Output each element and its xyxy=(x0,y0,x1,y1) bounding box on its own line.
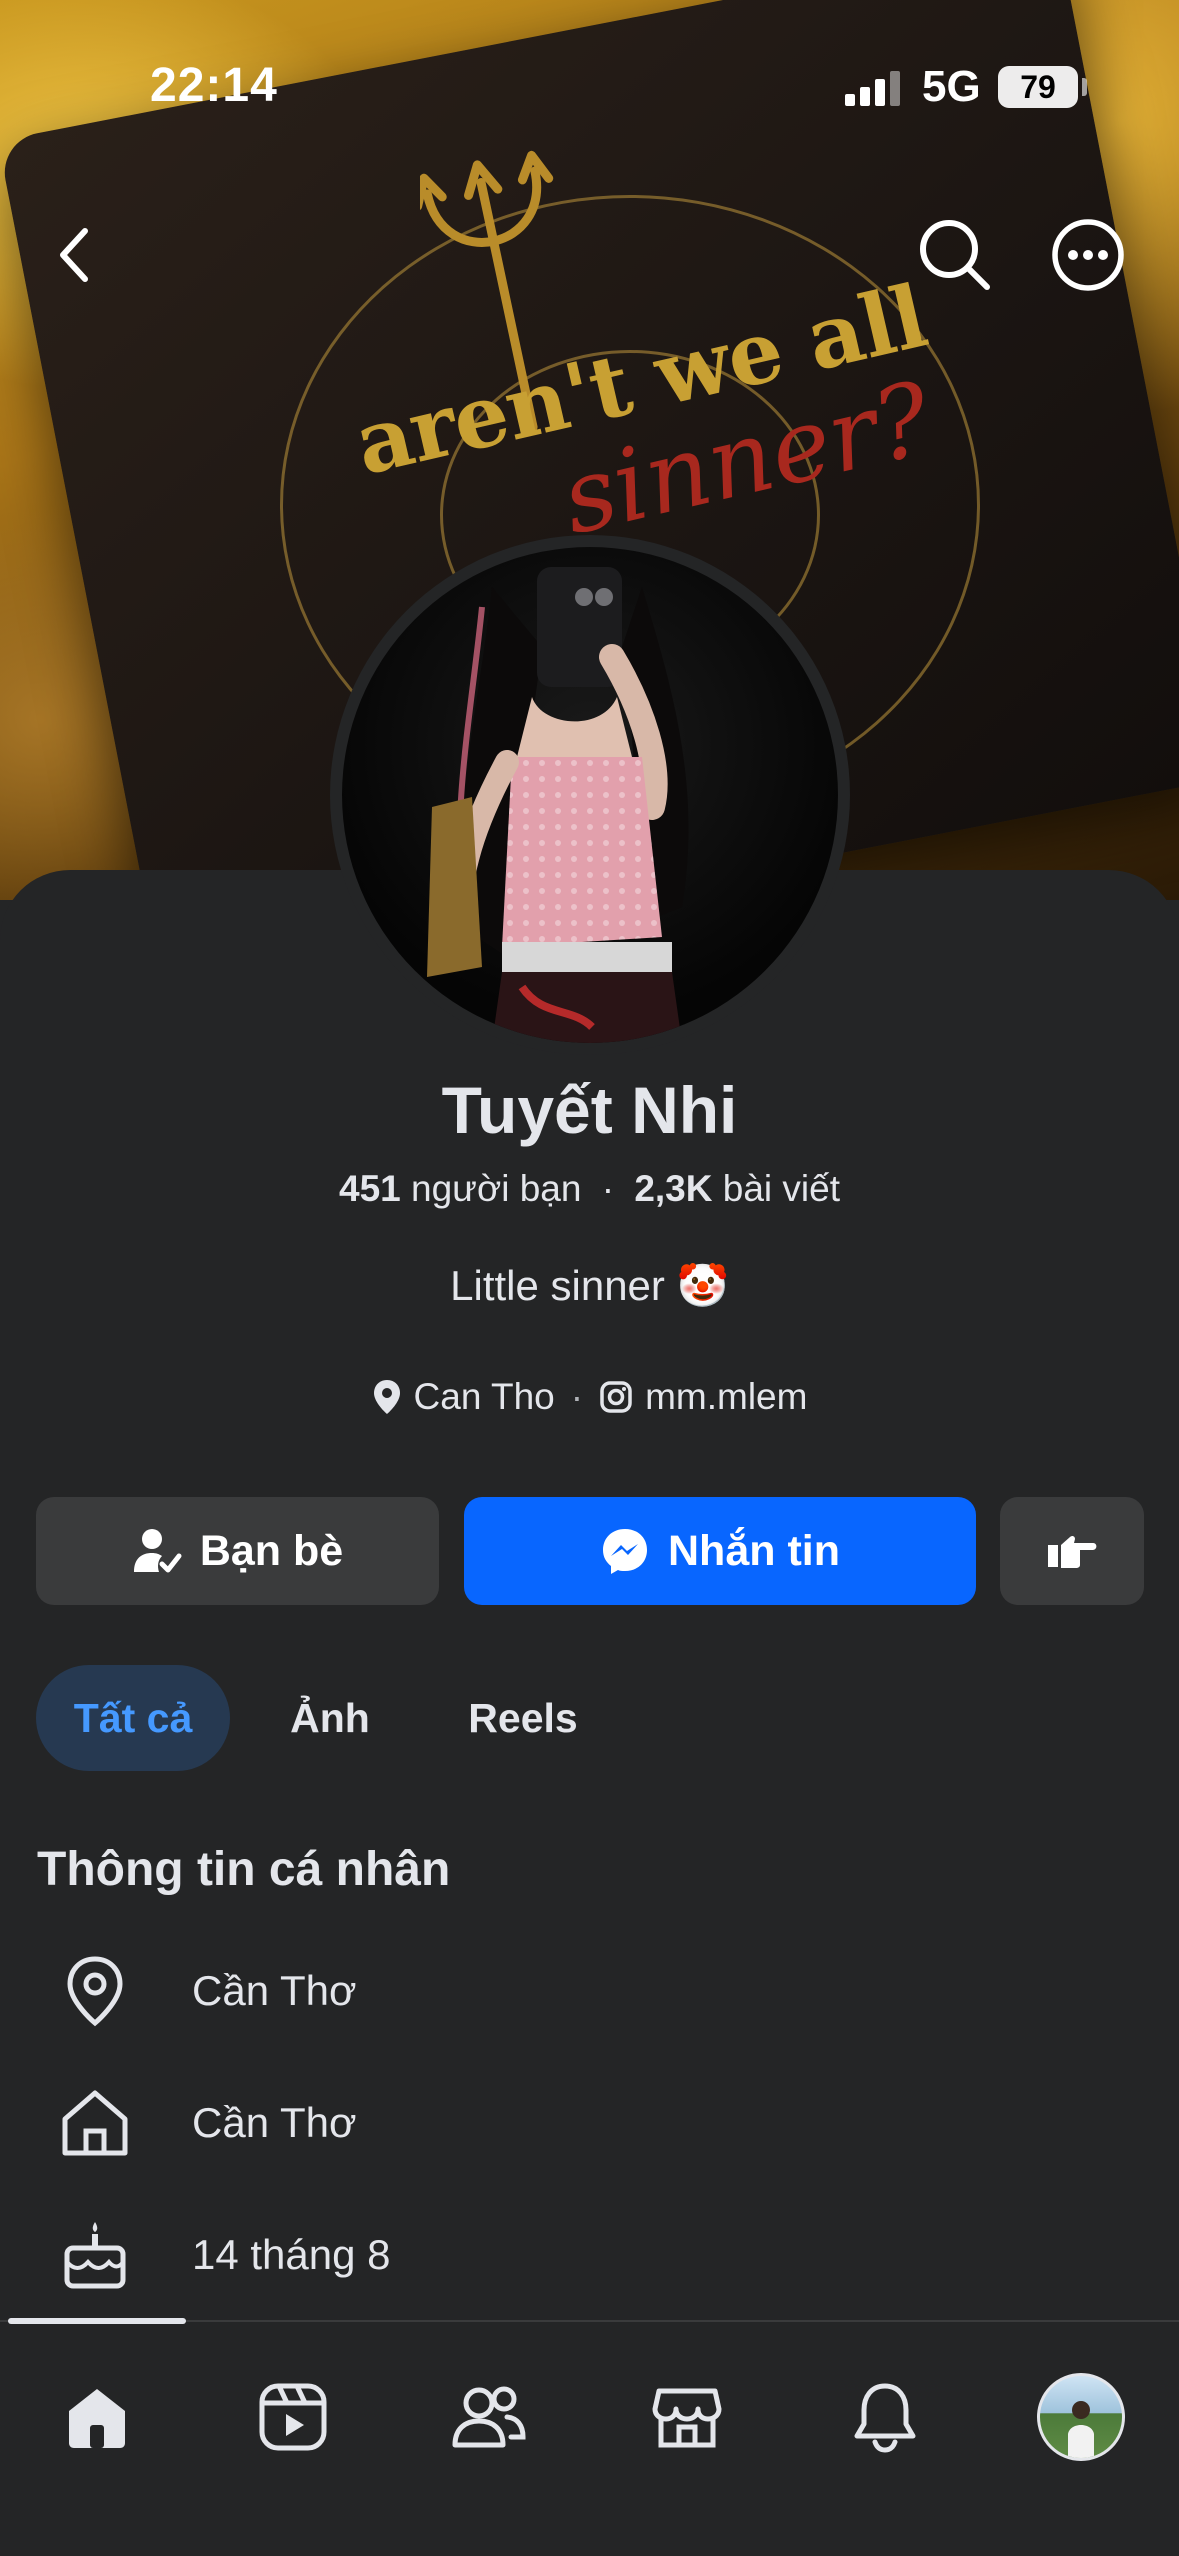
bottom-tab-bar xyxy=(0,2318,1179,2556)
tabbar-video[interactable] xyxy=(238,2362,348,2472)
hometown-text: Cần Thơ xyxy=(192,2099,357,2146)
tab-photos[interactable]: Ảnh xyxy=(250,1665,410,1771)
tab-reels[interactable]: Reels xyxy=(440,1665,606,1771)
battery-icon: 79 xyxy=(998,66,1078,108)
tabbar-home[interactable] xyxy=(42,2362,152,2472)
posts-count: 2,3K xyxy=(634,1168,713,1209)
location-pin-icon xyxy=(55,1951,135,2031)
search-icon xyxy=(920,220,990,290)
network-type: 5G xyxy=(922,62,981,111)
home-icon xyxy=(55,2083,135,2163)
location-pin-icon xyxy=(373,1380,400,1414)
messenger-icon xyxy=(603,1529,647,1574)
message-button[interactable]: Nhắn tin xyxy=(464,1497,976,1605)
more-options-button[interactable] xyxy=(1048,215,1128,295)
home-icon xyxy=(69,2389,125,2448)
back-button[interactable] xyxy=(40,215,110,295)
friends-button[interactable]: Bạn bè xyxy=(36,1497,439,1605)
instagram-handle[interactable]: mm.mlem xyxy=(645,1376,807,1418)
profile-meta: Can Tho · mm.mlem xyxy=(0,1376,1179,1418)
marketplace-icon xyxy=(652,2388,722,2448)
profile-avatar xyxy=(1037,2373,1125,2461)
battery-percent: 79 xyxy=(1020,69,1056,105)
info-row-hometown[interactable]: Cần Thơ xyxy=(0,2068,1179,2178)
birthday-text: 14 tháng 8 xyxy=(192,2231,391,2278)
status-bar: 22:14 5G 79 xyxy=(0,0,1179,150)
chevron-left-icon xyxy=(60,228,88,282)
friends-label: người bạn xyxy=(411,1168,582,1209)
signal-icon xyxy=(845,71,900,106)
tabbar-marketplace[interactable] xyxy=(632,2362,742,2472)
status-time: 22:14 xyxy=(150,59,278,112)
tab-all[interactable]: Tất cả xyxy=(36,1665,230,1771)
video-icon xyxy=(259,2383,327,2451)
meta-separator: · xyxy=(570,1376,584,1417)
poke-button[interactable] xyxy=(1000,1497,1144,1605)
more-icon xyxy=(1052,219,1124,291)
message-button-label: Nhắn tin xyxy=(668,1526,840,1575)
tabbar-friends[interactable] xyxy=(434,2362,544,2472)
profile-bio: Little sinner 🤡 xyxy=(0,1262,1179,1311)
birthday-cake-icon xyxy=(55,2215,135,2295)
bio-text: Little sinner xyxy=(450,1262,665,1309)
poke-hand-icon xyxy=(1048,1535,1097,1568)
friends-icon xyxy=(452,2386,526,2448)
bell-icon xyxy=(854,2383,916,2453)
personal-info-title: Thông tin cá nhân xyxy=(37,1843,451,1896)
info-row-current-city[interactable]: Cần Thơ xyxy=(0,1936,1179,2046)
active-tab-indicator xyxy=(8,2318,186,2324)
tabbar-notifications[interactable] xyxy=(830,2362,940,2472)
instagram-icon xyxy=(600,1381,632,1413)
battery-nub xyxy=(1082,78,1087,96)
friends-count: 451 xyxy=(339,1168,401,1209)
posts-label: bài viết xyxy=(722,1168,840,1209)
current-city-text: Cần Thơ xyxy=(192,1967,357,2014)
search-button[interactable] xyxy=(915,215,995,295)
friend-check-icon xyxy=(133,1529,182,1573)
stats-separator: · xyxy=(601,1168,615,1209)
location-text[interactable]: Can Tho xyxy=(414,1376,555,1418)
avatar-figure xyxy=(427,567,689,1043)
profile-picture-frame[interactable] xyxy=(330,535,850,1055)
tabbar-profile[interactable] xyxy=(1026,2362,1136,2472)
profile-screen: aren't we all sinner? 22:14 5G 79 Tuyết … xyxy=(0,0,1179,2556)
info-row-birthday[interactable]: 14 tháng 8 xyxy=(0,2200,1179,2310)
friends-button-label: Bạn bè xyxy=(199,1526,344,1575)
profile-picture[interactable] xyxy=(342,547,838,1043)
profile-name: Tuyết Nhi xyxy=(441,1073,738,1147)
profile-stats[interactable]: 451 người bạn · 2,3K bài viết xyxy=(0,1168,1179,1210)
bio-emoji: 🤡 xyxy=(676,1262,729,1309)
